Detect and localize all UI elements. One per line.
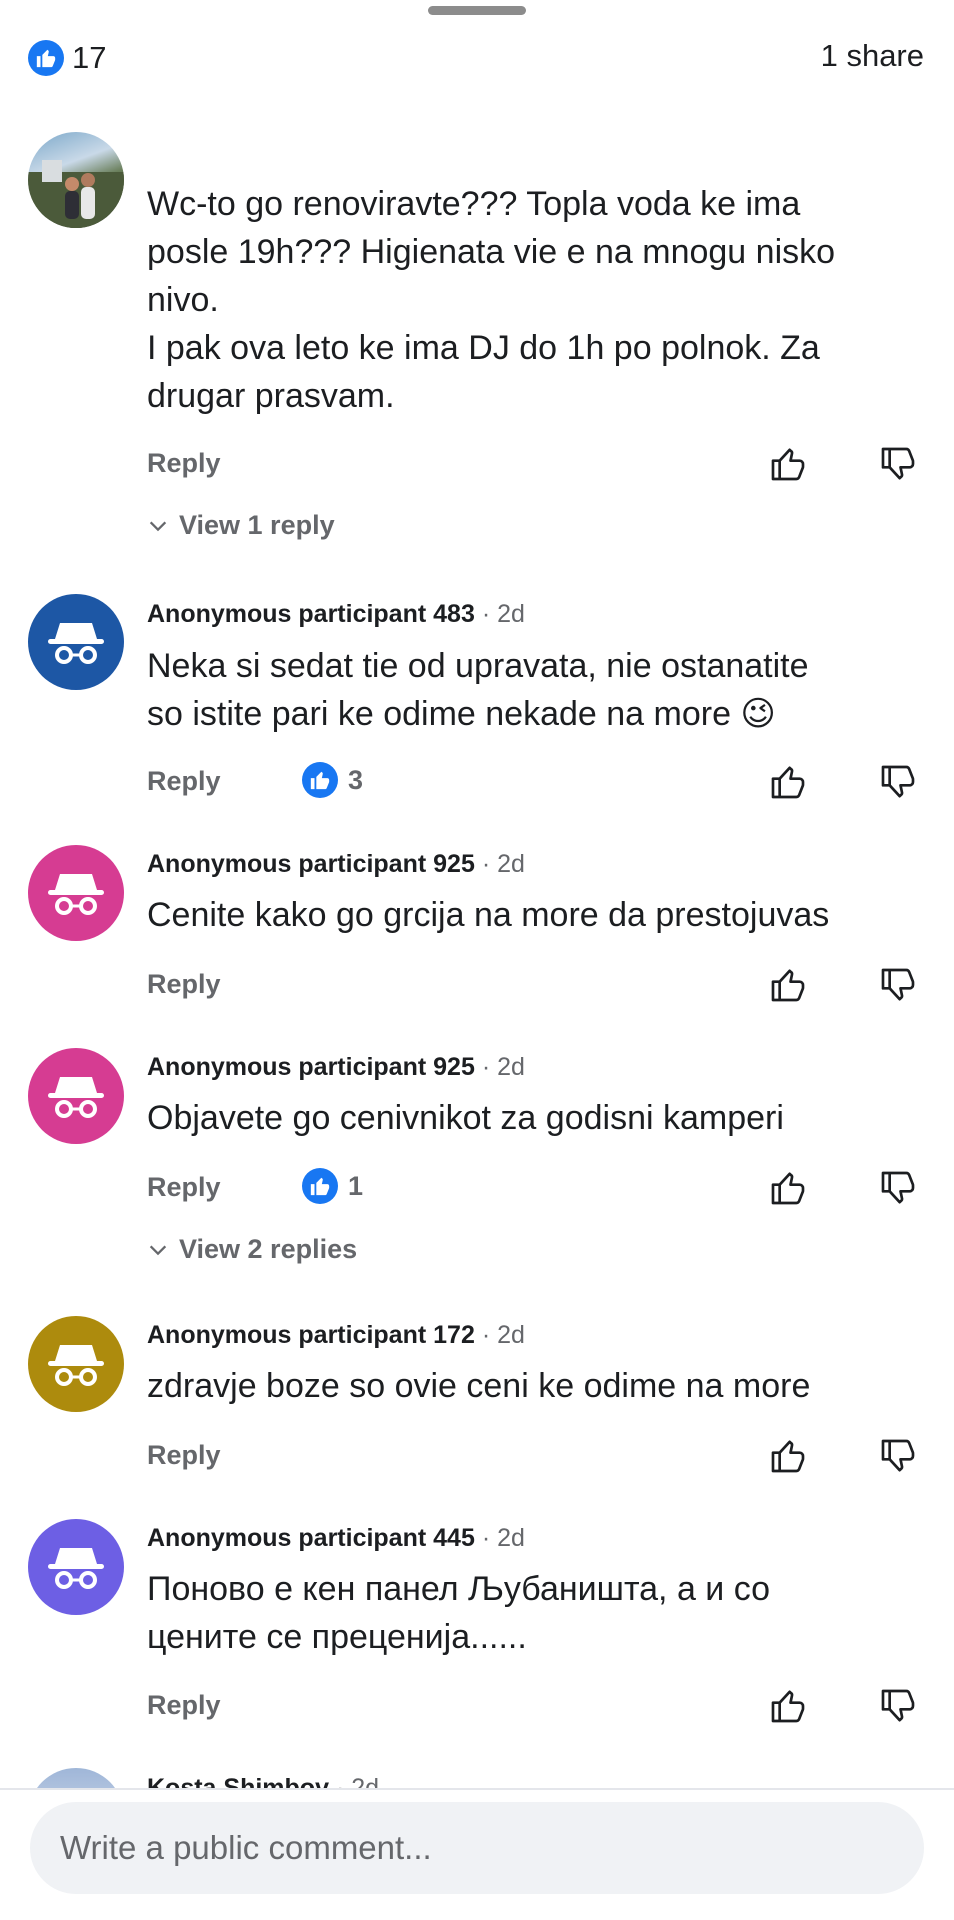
comment-input[interactable] (60, 1829, 924, 1867)
reply-button[interactable]: Reply (147, 1440, 221, 1471)
author-name[interactable]: Anonymous participant 925 (147, 1053, 475, 1081)
comment-text: Wc-to go renoviravte??? Topla voda ke im… (147, 185, 836, 415)
downvote-icon[interactable] (876, 1434, 920, 1478)
upvote-icon[interactable] (766, 963, 810, 1007)
comment-composer[interactable] (30, 1802, 924, 1894)
comment-item-partial: Kosta Shimbov · 2d (0, 1762, 954, 1788)
comment-text: Neka si sedat tie od upravata, nie ostan… (147, 647, 809, 733)
like-icon (302, 1168, 338, 1204)
reaction-count: 17 (72, 40, 107, 75)
downvote-icon[interactable] (876, 442, 920, 486)
upvote-icon[interactable] (766, 1434, 810, 1478)
like-count: 3 (348, 764, 364, 795)
incognito-icon (48, 1548, 104, 1589)
incognito-icon (48, 874, 104, 915)
comment-author[interactable]: Anonymous participant 925 · 2d (147, 850, 525, 879)
author-name[interactable]: Anonymous participant 925 (147, 850, 475, 878)
chevron-down-icon (149, 1245, 167, 1255)
comment-author[interactable]: Anonymous participant 483 · 2d (147, 600, 525, 629)
share-count[interactable]: 1 share (821, 38, 924, 74)
comment-time: · 2d (335, 1774, 380, 1788)
comment-time: · 2d (481, 1524, 525, 1552)
comment-text: Поново е кен панел Љубаништа, а и со цен… (147, 1570, 771, 1656)
incognito-icon (48, 1345, 104, 1386)
comment-time: · 2d (481, 1321, 525, 1349)
comment-author[interactable]: Anonymous participant 925 · 2d (147, 1053, 525, 1082)
upvote-icon[interactable] (766, 760, 810, 804)
like-icon (302, 762, 338, 798)
comments-sheet: 17 1 share Wc-to go renoviravte??? Topla… (0, 0, 954, 1920)
author-name[interactable]: Anonymous participant 172 (147, 1321, 475, 1349)
like-icon (28, 40, 64, 76)
downvote-icon[interactable] (876, 1166, 920, 1210)
avatar[interactable] (28, 1048, 124, 1144)
view-replies-label: View 2 replies (179, 1234, 358, 1264)
reply-button[interactable]: Reply (147, 448, 221, 479)
avatar[interactable] (28, 1316, 124, 1412)
reply-button[interactable]: Reply (147, 1690, 221, 1721)
profile-photo (28, 160, 124, 228)
comment-text: zdravje boze so ovie ceni ke odime na mo… (147, 1367, 811, 1405)
author-name[interactable]: Anonymous participant 445 (147, 1524, 475, 1552)
author-name[interactable]: Kosta Shimbov (147, 1774, 329, 1788)
incognito-icon (48, 1077, 104, 1118)
comment-time: · 2d (481, 600, 525, 628)
comment-reactions[interactable]: 3 (302, 762, 363, 798)
comment-reactions[interactable]: 1 (302, 1168, 363, 1204)
comment-text: Objavete go cenivnikot za godisni kamper… (147, 1099, 784, 1137)
avatar[interactable] (28, 1519, 124, 1615)
upvote-icon[interactable] (766, 1166, 810, 1210)
downvote-icon[interactable] (876, 760, 920, 804)
avatar[interactable] (28, 594, 124, 690)
avatar[interactable] (28, 132, 124, 228)
comment-text: Cenite kako go grcija na more da prestoj… (147, 896, 830, 934)
chevron-down-icon (149, 521, 167, 531)
comment-author[interactable]: Anonymous participant 172 · 2d (147, 1321, 525, 1350)
composer-divider (0, 1788, 954, 1790)
reply-button[interactable]: Reply (147, 766, 221, 797)
avatar[interactable] (28, 845, 124, 941)
comment-time: · 2d (481, 1053, 525, 1081)
reply-button[interactable]: Reply (147, 1172, 221, 1203)
comment-author[interactable]: Anonymous participant 445 · 2d (147, 1524, 525, 1553)
reaction-summary[interactable]: 17 (28, 36, 106, 80)
view-replies-label: View 1 reply (179, 510, 335, 540)
upvote-icon[interactable] (766, 442, 810, 486)
comment-time: · 2d (481, 850, 525, 878)
post-summary-bar: 17 1 share (0, 36, 954, 84)
avatar[interactable] (28, 1768, 124, 1788)
reply-button[interactable]: Reply (147, 969, 221, 1000)
author-name[interactable]: Anonymous participant 483 (147, 600, 475, 628)
upvote-icon[interactable] (766, 1684, 810, 1728)
view-replies-button[interactable]: View 2 replies (147, 1234, 357, 1265)
like-count: 1 (348, 1170, 364, 1201)
sheet-drag-handle[interactable] (428, 6, 526, 15)
downvote-icon[interactable] (876, 963, 920, 1007)
downvote-icon[interactable] (876, 1684, 920, 1728)
incognito-icon (48, 623, 104, 664)
view-replies-button[interactable]: View 1 reply (147, 510, 335, 541)
comment-author[interactable]: Kosta Shimbov · 2d (147, 1774, 379, 1788)
